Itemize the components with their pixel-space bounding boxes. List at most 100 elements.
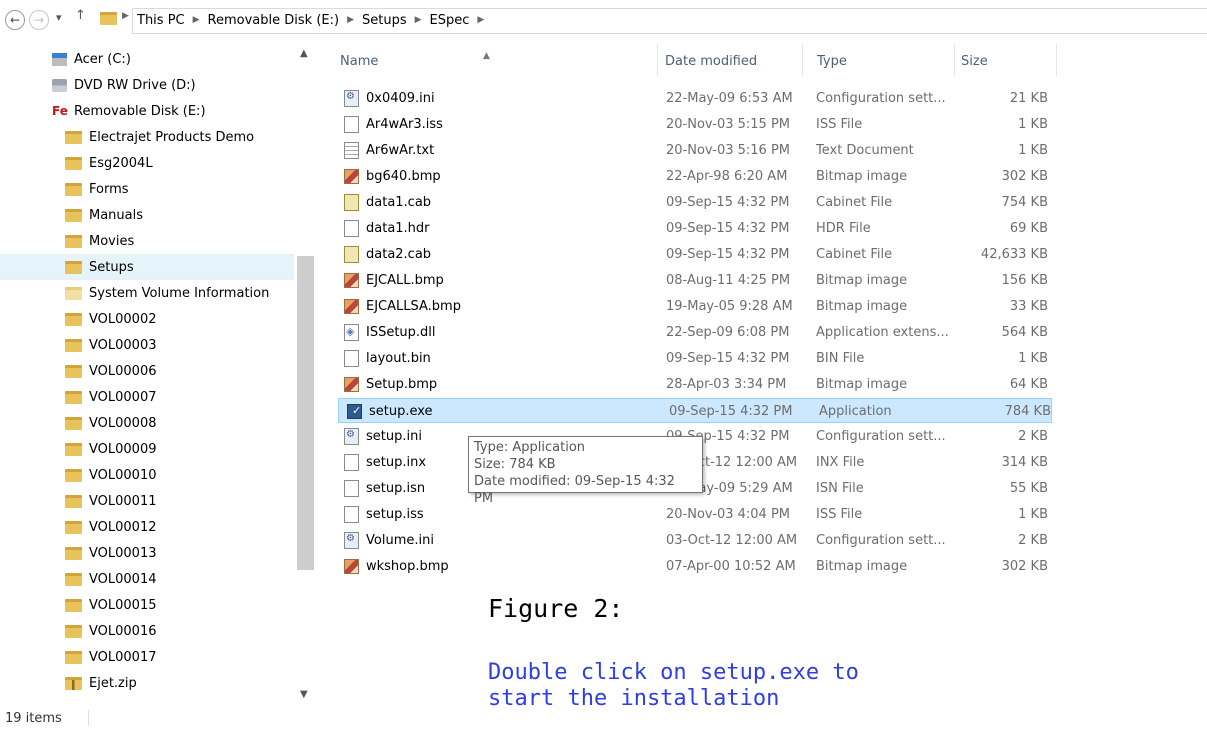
file-date: 22-Sep-09 6:08 PM: [666, 325, 790, 340]
nav-item[interactable]: VOL00002: [0, 306, 294, 332]
txt-file-icon: [344, 142, 359, 159]
scrollbar-thumb[interactable]: [297, 256, 314, 570]
breadcrumb-removable-disk[interactable]: Removable Disk (E:): [203, 13, 345, 28]
breadcrumb-setups[interactable]: Setups: [357, 13, 412, 28]
nav-item[interactable]: VOL00012: [0, 514, 294, 540]
file-row[interactable]: Volume.ini 03-Oct-12 12:00 AM Configuratio…: [336, 528, 1052, 553]
doc-file-icon: [344, 350, 359, 367]
nav-item[interactable]: Esg2004L: [0, 150, 294, 176]
file-size: 42,633 KB: [980, 247, 1048, 262]
nav-item-label: Setups: [89, 259, 134, 275]
nav-scrollbar[interactable]: ▲ ▼: [296, 46, 316, 710]
up-button[interactable]: ↑: [75, 8, 86, 23]
file-row[interactable]: layout.bin 09-Sep-15 4:32 PM BIN File 1 KB: [336, 346, 1052, 371]
chevron-right-icon[interactable]: ▶: [474, 15, 487, 25]
file-size: 314 KB: [1001, 455, 1048, 470]
nav-item-label: VOL00016: [89, 623, 157, 639]
nav-item[interactable]: VOL00013: [0, 540, 294, 566]
nav-item[interactable]: VOL00006: [0, 358, 294, 384]
nav-item[interactable]: VOL00009: [0, 436, 294, 462]
folder-icon: [65, 442, 82, 456]
nav-item-label: Movies: [89, 233, 135, 249]
column-header-label: Date modified: [665, 54, 758, 69]
folder-icon: [65, 546, 82, 560]
file-row[interactable]: EJCALL.bmp 08-Aug-11 4:25 PM Bitmap image 1…: [336, 268, 1052, 293]
chevron-right-icon[interactable]: ▶: [412, 15, 425, 25]
file-tooltip: Type: Application Size: 784 KB Date modi…: [468, 436, 703, 506]
nav-item[interactable]: VOL00016: [0, 618, 294, 644]
file-date: 09-Sep-15 4:32 PM: [666, 195, 790, 210]
nav-item[interactable]: VOL00015: [0, 592, 294, 618]
chevron-right-icon[interactable]: ▶: [344, 15, 357, 25]
file-row[interactable]: Ar4wAr3.iss 20-Nov-03 5:15 PM ISS File 1 KB: [336, 112, 1052, 137]
bmp-file-icon: [344, 273, 359, 288]
chevron-right-icon: ▶: [122, 11, 129, 21]
file-row[interactable]: EJCALLSA.bmp 19-May-05 9:28 AM Bitmap imag…: [336, 294, 1052, 319]
cab-file-icon: [344, 246, 359, 263]
file-name: 0x0409.ini: [366, 91, 435, 106]
file-name: Ar6wAr.txt: [366, 143, 435, 158]
nav-item-label: System Volume Information: [89, 285, 270, 301]
instruction-line-1: Double click on setup.exe to: [488, 660, 859, 685]
file-date: 22-May-09 6:53 AM: [666, 91, 793, 106]
file-name: ISSetup.dll: [366, 325, 436, 340]
figure-label: Figure 2:: [488, 594, 624, 623]
nav-item[interactable]: VOL00017: [0, 644, 294, 670]
nav-item[interactable]: Fe Removable Disk (E:): [0, 98, 294, 124]
scroll-up-icon[interactable]: ▲: [300, 48, 308, 59]
chevron-right-icon[interactable]: ▶: [190, 15, 203, 25]
nav-item-label: VOL00003: [89, 337, 157, 353]
file-type: Configuration sett...: [816, 533, 946, 548]
breadcrumb-espec[interactable]: ESpec: [425, 13, 475, 28]
recent-locations-chevron-icon[interactable]: ▾: [56, 11, 62, 24]
file-row[interactable]: Ar6wAr.txt 20-Nov-03 5:16 PM Text Document…: [336, 138, 1052, 163]
file-row[interactable]: 0x0409.ini 22-May-09 6:53 AM Configuration…: [336, 86, 1052, 111]
file-size: 69 KB: [1009, 221, 1048, 236]
sort-ascending-icon: ▲: [483, 51, 490, 61]
file-row[interactable]: data2.cab 09-Sep-15 4:32 PM Cabinet File 42…: [336, 242, 1052, 267]
nav-item[interactable]: DVD RW Drive (D:): [0, 72, 294, 98]
folder-icon: [65, 390, 82, 404]
nav-item[interactable]: Acer (C:): [0, 46, 294, 72]
scroll-down-icon[interactable]: ▼: [300, 689, 308, 700]
column-header-size[interactable]: Size: [947, 44, 1057, 76]
file-row[interactable]: setup.exe 09-Sep-15 4:32 PM Application 784…: [338, 398, 1052, 423]
nav-item[interactable]: Movies: [0, 228, 294, 254]
nav-item[interactable]: VOL00008: [0, 410, 294, 436]
file-row[interactable]: Setup.bmp 28-Apr-03 3:34 PM Bitmap image 64…: [336, 372, 1052, 397]
back-button[interactable]: ←: [5, 10, 25, 30]
nav-item[interactable]: VOL00007: [0, 384, 294, 410]
nav-item[interactable]: Forms: [0, 176, 294, 202]
file-type: Cabinet File: [816, 195, 893, 210]
nav-item-label: Removable Disk (E:): [74, 103, 206, 119]
file-size: 784 KB: [1004, 404, 1051, 419]
file-row[interactable]: data1.hdr 09-Sep-15 4:32 PM HDR File 69 KB: [336, 216, 1052, 241]
tooltip-date: Date modified: 09-Sep-15 4:32 PM: [474, 474, 675, 506]
nav-item-label: VOL00009: [89, 441, 157, 457]
tooltip-type: Type: Application: [474, 440, 586, 455]
nav-item[interactable]: VOL00014: [0, 566, 294, 592]
nav-item[interactable]: VOL00010: [0, 462, 294, 488]
folder-icon: [65, 468, 82, 482]
file-row[interactable]: wkshop.bmp 07-Apr-00 10:52 AM Bitmap image…: [336, 554, 1052, 579]
folder-icon: [65, 130, 82, 144]
column-header-name[interactable]: Name ▲: [326, 44, 658, 76]
file-row[interactable]: ISSetup.dll 22-Sep-09 6:08 PM Application …: [336, 320, 1052, 345]
nav-item[interactable]: VOL00011: [0, 488, 294, 514]
file-row[interactable]: data1.cab 09-Sep-15 4:32 PM Cabinet File 75…: [336, 190, 1052, 215]
breadcrumb-this-pc[interactable]: This PC: [132, 13, 190, 28]
forward-button[interactable]: →: [29, 10, 49, 30]
nav-item[interactable]: VOL00003: [0, 332, 294, 358]
nav-item[interactable]: Setups: [0, 254, 294, 280]
nav-item[interactable]: System Volume Information: [0, 280, 294, 306]
nav-item-label: VOL00014: [89, 571, 157, 587]
nav-item[interactable]: Manuals: [0, 202, 294, 228]
nav-item[interactable]: Electrajet Products Demo: [0, 124, 294, 150]
tooltip-size: Size: 784 KB: [474, 457, 556, 472]
column-header-label: Name: [340, 54, 379, 69]
column-header-type[interactable]: Type: [803, 44, 955, 76]
column-header-date[interactable]: Date modified: [651, 44, 803, 76]
nav-item[interactable]: Ejet.zip: [0, 670, 294, 696]
file-row[interactable]: bg640.bmp 22-Apr-98 6:20 AM Bitmap image 30…: [336, 164, 1052, 189]
folder-icon: [65, 338, 82, 352]
